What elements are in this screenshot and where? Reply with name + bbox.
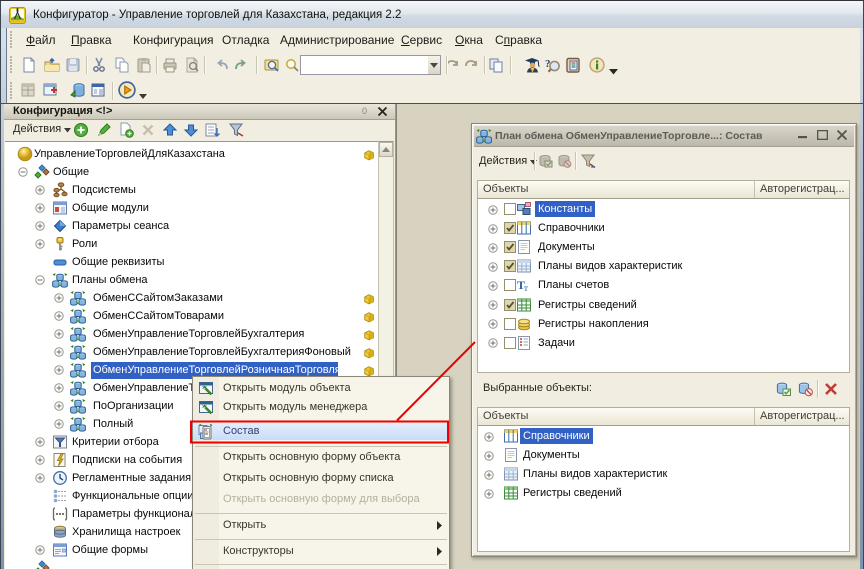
svg-text:т: т xyxy=(524,283,528,293)
